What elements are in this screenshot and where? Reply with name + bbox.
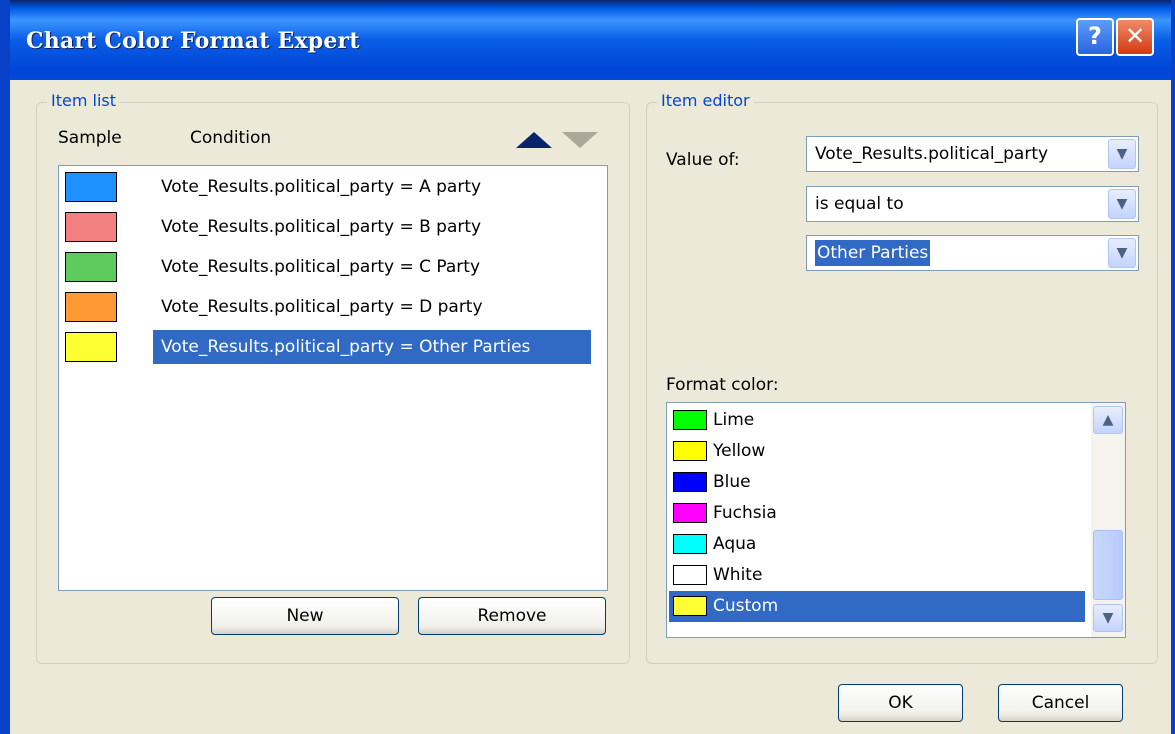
new-button[interactable]: New: [211, 597, 399, 635]
compare-value-select[interactable]: Other Parties ▼: [806, 235, 1139, 271]
color-swatch: [673, 441, 707, 461]
color-name: Fuchsia: [713, 503, 777, 523]
color-name: White: [713, 565, 763, 585]
dialog-body: Item list Sample Condition Vote_Results.…: [10, 80, 1171, 734]
sample-swatch: [65, 212, 117, 242]
color-option[interactable]: Fuchsia: [669, 498, 1085, 529]
color-name: Aqua: [713, 534, 757, 554]
color-option[interactable]: Blue: [669, 467, 1085, 498]
scroll-down-icon[interactable]: ▼: [1093, 604, 1123, 632]
field-select[interactable]: Vote_Results.political_party ▼: [806, 136, 1139, 172]
condition-item[interactable]: Vote_Results.political_party = D party: [153, 290, 491, 324]
ok-button[interactable]: OK: [838, 684, 963, 722]
sample-column-header: Sample: [58, 128, 122, 148]
color-name: Blue: [713, 472, 751, 492]
condition-item[interactable]: Vote_Results.political_party = Other Par…: [153, 330, 591, 364]
chevron-down-icon[interactable]: ▼: [1108, 238, 1136, 268]
help-button[interactable]: ?: [1076, 18, 1114, 56]
window-border-right: [1171, 0, 1175, 734]
condition-column-header: Condition: [190, 128, 272, 148]
condition-list[interactable]: Vote_Results.political_party = A party Vo…: [58, 165, 608, 591]
operator-select[interactable]: is equal to ▼: [806, 186, 1139, 222]
color-name: Lime: [713, 410, 755, 430]
color-swatch: [673, 503, 707, 523]
color-name: Custom: [713, 596, 779, 616]
chevron-down-icon[interactable]: ▼: [1108, 139, 1136, 169]
sample-swatch: [65, 332, 117, 362]
color-swatch: [673, 410, 707, 430]
condition-item[interactable]: Vote_Results.political_party = C Party: [153, 250, 488, 284]
color-name: Yellow: [713, 441, 766, 461]
close-button[interactable]: ✕: [1116, 18, 1154, 56]
operator-select-value: is equal to: [815, 194, 904, 214]
move-down-icon[interactable]: [562, 132, 598, 148]
color-option[interactable]: Yellow: [669, 436, 1085, 467]
sample-swatch: [65, 252, 117, 282]
color-option[interactable]: Custom: [669, 591, 1085, 622]
title-bar[interactable]: Chart Color Format Expert ? ✕: [0, 0, 1175, 90]
field-select-value: Vote_Results.political_party: [815, 144, 1049, 164]
condition-item[interactable]: Vote_Results.political_party = A party: [153, 170, 489, 204]
color-swatch: [673, 472, 707, 492]
item-list-group-title: Item list: [47, 91, 121, 110]
chevron-down-icon[interactable]: ▼: [1108, 189, 1136, 219]
color-option[interactable]: Lime: [669, 405, 1085, 436]
color-list-scrollbar[interactable]: ▲ ▼: [1091, 403, 1125, 637]
format-color-label: Format color:: [666, 375, 779, 395]
compare-value-text: Other Parties: [815, 240, 931, 266]
remove-button[interactable]: Remove: [418, 597, 606, 635]
value-of-label: Value of:: [666, 150, 740, 170]
color-swatch: [673, 565, 707, 585]
color-swatch: [673, 596, 707, 616]
color-option[interactable]: Aqua: [669, 529, 1085, 560]
scroll-up-icon[interactable]: ▲: [1093, 406, 1123, 434]
format-color-list[interactable]: Lime Yellow Blue Fuchsia Aqua White Custom ▲ ▼: [666, 402, 1126, 638]
cancel-button[interactable]: Cancel: [998, 684, 1123, 722]
window-title: Chart Color Format Expert: [26, 28, 360, 54]
color-swatch: [673, 534, 707, 554]
item-editor-group-title: Item editor: [657, 91, 754, 110]
move-up-icon[interactable]: [516, 132, 552, 148]
condition-item[interactable]: Vote_Results.political_party = B party: [153, 210, 489, 244]
scroll-thumb[interactable]: [1093, 530, 1123, 600]
sample-swatch: [65, 292, 117, 322]
sample-swatch: [65, 172, 117, 202]
color-option[interactable]: White: [669, 560, 1085, 591]
window-border-left: [0, 0, 10, 734]
